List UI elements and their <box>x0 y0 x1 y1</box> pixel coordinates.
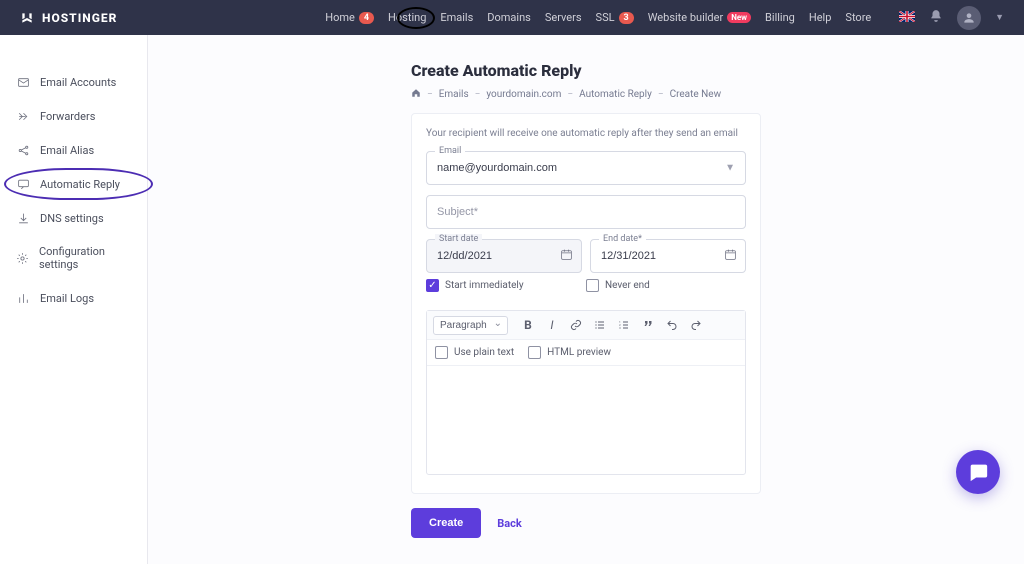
nav-right: ▼ <box>899 6 1004 30</box>
sidebar-item-label: Forwarders <box>40 110 95 123</box>
list-ordered-button[interactable]: 123 <box>614 315 634 335</box>
checkbox-icon[interactable] <box>586 279 599 292</box>
rich-text-editor: Paragraph B I 123 Use plain text <box>426 310 746 475</box>
sidebar: Email Accounts Forwarders Email Alias Au… <box>0 35 148 564</box>
home-icon[interactable] <box>411 88 421 101</box>
sidebar-item-label: DNS settings <box>40 212 104 225</box>
nav-home-badge: 4 <box>359 12 374 24</box>
breadcrumb: Emails yourdomain.com Automatic Reply Cr… <box>411 88 761 101</box>
create-button[interactable]: Create <box>411 508 481 538</box>
stats-icon <box>16 291 30 305</box>
redo-button[interactable] <box>686 315 706 335</box>
gear-icon <box>16 251 29 265</box>
user-avatar[interactable] <box>957 6 981 30</box>
email-label: Email <box>435 146 465 156</box>
email-input[interactable] <box>427 152 745 184</box>
sidebar-item-configuration-settings[interactable]: Configuration settings <box>0 235 147 281</box>
breadcrumb-item[interactable]: yourdomain.com <box>486 89 561 100</box>
user-menu-caret-icon[interactable]: ▼ <box>995 12 1004 23</box>
start-date-input[interactable] <box>427 240 581 272</box>
language-icon[interactable] <box>899 11 915 25</box>
italic-button[interactable]: I <box>542 315 562 335</box>
email-field[interactable]: Email ▼ <box>426 151 746 185</box>
breadcrumb-item[interactable]: Automatic Reply <box>579 89 652 100</box>
nav-ssl[interactable]: SSL3 <box>590 7 640 28</box>
page-title: Create Automatic Reply <box>411 61 761 80</box>
forward-icon <box>16 109 30 123</box>
list-unordered-button[interactable] <box>590 315 610 335</box>
main-content: Create Automatic Reply Emails yourdomain… <box>148 35 1024 564</box>
sidebar-item-email-accounts[interactable]: Email Accounts <box>0 65 147 99</box>
nav-servers[interactable]: Servers <box>539 7 588 28</box>
nav-emails[interactable]: Emails <box>434 7 479 28</box>
bold-button[interactable]: B <box>518 315 538 335</box>
sidebar-item-automatic-reply[interactable]: Automatic Reply <box>0 167 147 201</box>
quote-button[interactable] <box>638 315 658 335</box>
end-date-field[interactable]: End date* <box>590 239 746 273</box>
chevron-down-icon[interactable]: ▼ <box>725 163 735 174</box>
format-select[interactable]: Paragraph <box>433 316 508 335</box>
sidebar-item-label: Email Accounts <box>40 76 116 89</box>
check-label: Start immediately <box>445 280 524 291</box>
sidebar-item-email-alias[interactable]: Email Alias <box>0 133 147 167</box>
brand-logo-icon <box>20 11 34 25</box>
calendar-icon[interactable] <box>724 248 737 264</box>
nav-domains[interactable]: Domains <box>481 7 537 28</box>
editor-options: Use plain text HTML preview <box>427 340 745 366</box>
download-icon <box>16 211 30 225</box>
use-plain-text-check[interactable]: Use plain text <box>435 346 514 359</box>
never-end-check[interactable]: Never end <box>586 279 746 292</box>
nav-help[interactable]: Help <box>803 7 838 28</box>
sidebar-item-email-logs[interactable]: Email Logs <box>0 281 147 315</box>
checkbox-icon[interactable] <box>528 346 541 359</box>
main-nav: Home4 Hosting Emails Domains Servers SSL… <box>319 7 877 28</box>
nav-store[interactable]: Store <box>839 7 877 28</box>
start-date-field[interactable]: Start date <box>426 239 582 273</box>
start-date-label: Start date <box>435 234 482 244</box>
sidebar-item-label: Email Logs <box>40 292 94 305</box>
chat-support-button[interactable] <box>956 450 1000 494</box>
calendar-icon[interactable] <box>560 248 573 264</box>
sidebar-item-label: Configuration settings <box>39 245 131 271</box>
form-actions: Create Back <box>411 508 761 538</box>
sidebar-item-dns-settings[interactable]: DNS settings <box>0 201 147 235</box>
subject-field[interactable] <box>426 195 746 229</box>
check-label: Never end <box>605 280 650 291</box>
check-label: Use plain text <box>454 347 514 358</box>
sidebar-item-label: Automatic Reply <box>40 178 120 191</box>
share-icon <box>16 143 30 157</box>
link-button[interactable] <box>566 315 586 335</box>
checkbox-icon[interactable] <box>435 346 448 359</box>
chat-icon <box>16 177 30 191</box>
checkbox-icon[interactable] <box>426 279 439 292</box>
mail-icon <box>16 75 30 89</box>
brand[interactable]: HOSTINGER <box>20 11 117 25</box>
notifications-icon[interactable] <box>929 9 943 26</box>
nav-billing[interactable]: Billing <box>759 7 801 28</box>
nav-home[interactable]: Home4 <box>319 7 380 28</box>
back-button[interactable]: Back <box>497 517 522 530</box>
editor-toolbar: Paragraph B I 123 <box>427 311 745 340</box>
sidebar-item-forwarders[interactable]: Forwarders <box>0 99 147 133</box>
top-navigation: HOSTINGER Home4 Hosting Emails Domains S… <box>0 0 1024 35</box>
nav-hosting[interactable]: Hosting <box>382 7 432 28</box>
brand-name: HOSTINGER <box>42 11 117 25</box>
end-date-label: End date* <box>599 234 646 244</box>
nav-website-builder[interactable]: Website builderNew <box>642 7 757 28</box>
sidebar-item-label: Email Alias <box>40 144 94 157</box>
breadcrumb-item-current: Create New <box>670 89 722 100</box>
breadcrumb-item[interactable]: Emails <box>439 89 469 100</box>
check-label: HTML preview <box>547 347 611 358</box>
start-immediately-check[interactable]: Start immediately <box>426 279 524 292</box>
undo-button[interactable] <box>662 315 682 335</box>
nav-ssl-badge: 3 <box>619 12 634 24</box>
nav-wb-badge: New <box>727 12 751 23</box>
end-date-input[interactable] <box>591 240 745 272</box>
form-card: Your recipient will receive one automati… <box>411 113 761 494</box>
editor-body[interactable] <box>427 366 745 474</box>
form-hint: Your recipient will receive one automati… <box>426 128 746 139</box>
subject-input[interactable] <box>427 196 745 228</box>
html-preview-check[interactable]: HTML preview <box>528 346 611 359</box>
svg-text:3: 3 <box>619 326 621 330</box>
